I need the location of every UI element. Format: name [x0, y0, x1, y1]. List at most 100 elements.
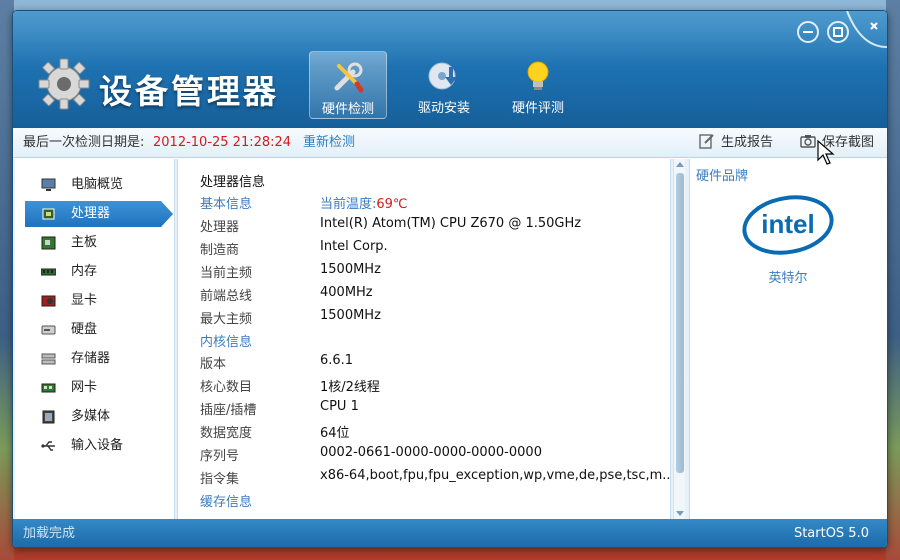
- info-key: 插座/插槽: [200, 403, 257, 418]
- cpu-info-panel[interactable]: 处理器信息 基本信息 当前温度:69℃ 处理器 Intel(R) Atom(TM)…: [177, 159, 671, 519]
- info-key: 指令集: [200, 472, 240, 487]
- intel-logo: intel: [740, 189, 836, 261]
- info-key: 序列号: [200, 449, 240, 464]
- camera-icon: [800, 135, 816, 148]
- temperature-readout: 当前温度:69℃: [320, 193, 408, 212]
- save-screenshot-button[interactable]: 保存截图: [800, 128, 874, 158]
- minimize-button[interactable]: [797, 21, 819, 43]
- graphics-card-icon: [41, 295, 56, 307]
- intel-logo-text: intel: [761, 209, 814, 239]
- info-row: 数据宽度 64位: [200, 422, 660, 442]
- edit-report-icon: [699, 134, 714, 149]
- scroll-up-icon[interactable]: [676, 162, 684, 167]
- info-bar: 最后一次检测日期是: 2012-10-25 21:28:24 重新检测 生成报告…: [13, 128, 887, 158]
- section-cache-info: 缓存信息: [200, 495, 253, 510]
- info-value: 400MHz: [320, 285, 373, 300]
- info-key: 最大主频: [200, 312, 253, 327]
- info-row: 前端总线 400MHz: [200, 285, 660, 305]
- sidebar-item-graphics[interactable]: 显卡: [25, 288, 173, 314]
- sidebar-item-label: 主板: [71, 235, 98, 250]
- sidebar-item-label: 多媒体: [71, 409, 111, 424]
- sidebar-item-label: 内存: [71, 264, 98, 279]
- info-row: 核心数目 1核/2线程: [200, 376, 660, 396]
- info-row: 指令集 x86-64,boot,fpu,fpu_exception,wp,vme,…: [200, 468, 670, 488]
- sidebar-item-overview[interactable]: 电脑概览: [25, 172, 173, 198]
- info-value: CPU 1: [320, 399, 359, 414]
- info-key: 处理器: [200, 220, 240, 235]
- scroll-down-icon[interactable]: [676, 511, 684, 516]
- info-value: 64位: [320, 426, 350, 441]
- sidebar-item-label: 电脑概览: [71, 177, 124, 192]
- info-row: 版本 6.6.1: [200, 353, 660, 373]
- info-row: 制造商 Intel Corp.: [200, 239, 660, 259]
- network-card-icon: [41, 383, 56, 393]
- sidebar-item-harddisk[interactable]: 硬盘: [25, 317, 173, 343]
- info-row: 插座/插槽 CPU 1: [200, 399, 660, 419]
- sidebar-item-multimedia[interactable]: 多媒体: [25, 404, 173, 430]
- sidebar-item-motherboard[interactable]: 主板: [25, 230, 173, 256]
- device-manager-window: 设备管理器 硬件检测 驱动安装 硬件评测 最后一次检测日期是: 2012-10-…: [12, 10, 888, 548]
- info-row: 序列号 0002-0661-0000-0000-0000-0000: [200, 445, 660, 465]
- motherboard-icon: [41, 236, 56, 250]
- brand-panel-title: 硬件品牌: [696, 169, 749, 184]
- sidebar-item-network[interactable]: 网卡: [25, 375, 173, 401]
- minimize-icon: [803, 31, 813, 33]
- info-row: 当前主频 1500MHz: [200, 262, 660, 282]
- info-key: 前端总线: [200, 289, 253, 304]
- mouse-cursor-icon: [817, 140, 835, 165]
- close-icon: [846, 11, 887, 48]
- brand-name: 英特尔: [768, 271, 808, 286]
- sidebar-item-memory[interactable]: 内存: [25, 259, 173, 285]
- info-key: 当前主频: [200, 266, 253, 281]
- last-check-date: 2012-10-25 21:28:24: [153, 135, 292, 150]
- tab-driver-install[interactable]: 驱动安装: [405, 51, 483, 119]
- temperature-value: 69℃: [376, 197, 408, 212]
- section-basic-info: 基本信息: [200, 197, 253, 212]
- usb-icon: [41, 441, 55, 451]
- info-key: 数据宽度: [200, 426, 253, 441]
- cpu-icon: [42, 208, 55, 220]
- info-value: Intel(R) Atom(TM) CPU Z670 @ 1.50GHz: [320, 216, 582, 231]
- info-row: 处理器 Intel(R) Atom(TM) CPU Z670 @ 1.50GHz: [200, 216, 660, 236]
- info-key: 版本: [200, 357, 227, 372]
- close-button[interactable]: [843, 11, 887, 51]
- info-value: 0002-0661-0000-0000-0000-0000: [320, 445, 542, 460]
- tab-label: 驱动安装: [417, 101, 470, 116]
- info-value: 1500MHz: [320, 308, 381, 323]
- desktop-right-edge: [886, 0, 900, 560]
- vertical-scrollbar[interactable]: [673, 159, 685, 519]
- temperature-label: 当前温度:: [320, 197, 377, 212]
- info-value: x86-64,boot,fpu,fpu_exception,wp,vme,de,…: [320, 468, 671, 483]
- os-version: StartOS 5.0: [793, 526, 869, 541]
- content-area: 电脑概览 处理器 主板 内存 显卡 硬盘 存储器 网卡 多媒体 输入设备 处理器…: [13, 159, 887, 519]
- tab-label: 硬件检测: [321, 102, 374, 117]
- info-key: 核心数目: [200, 380, 253, 395]
- title-bar[interactable]: 设备管理器 硬件检测 驱动安装 硬件评测: [13, 11, 887, 128]
- wrench-screwdriver-icon: [334, 62, 364, 93]
- status-text: 加载完成: [23, 526, 76, 541]
- sidebar-item-label: 硬盘: [71, 322, 98, 337]
- info-value: 1500MHz: [320, 262, 381, 277]
- sidebar-item-input[interactable]: 输入设备: [25, 433, 173, 459]
- sidebar-item-label: 网卡: [71, 380, 98, 395]
- scrollbar-thumb[interactable]: [676, 173, 684, 473]
- sidebar-item-storage[interactable]: 存储器: [25, 346, 173, 372]
- sidebar-item-cpu[interactable]: 处理器: [25, 201, 173, 227]
- info-key: 制造商: [200, 243, 240, 258]
- tab-hardware-detect[interactable]: 硬件检测: [309, 51, 387, 119]
- hardware-brand-panel: 硬件品牌 intel 英特尔: [689, 159, 887, 519]
- storage-icon: [41, 353, 56, 365]
- recheck-link[interactable]: 重新检测: [303, 128, 355, 158]
- tab-label: 硬件评测: [511, 101, 564, 116]
- memory-icon: [41, 268, 56, 276]
- generate-report-button[interactable]: 生成报告: [699, 128, 773, 158]
- status-bar: 加载完成 StartOS 5.0: [13, 519, 887, 547]
- lightbulb-icon: [527, 61, 549, 90]
- gear-icon: [38, 58, 90, 110]
- sidebar-item-label: 存储器: [71, 351, 111, 366]
- last-check-label: 最后一次检测日期是:: [23, 135, 145, 150]
- tab-hardware-benchmark[interactable]: 硬件评测: [499, 51, 577, 119]
- harddisk-icon: [41, 325, 56, 335]
- sidebar-item-label: 显卡: [71, 293, 98, 308]
- computer-icon: [41, 178, 56, 191]
